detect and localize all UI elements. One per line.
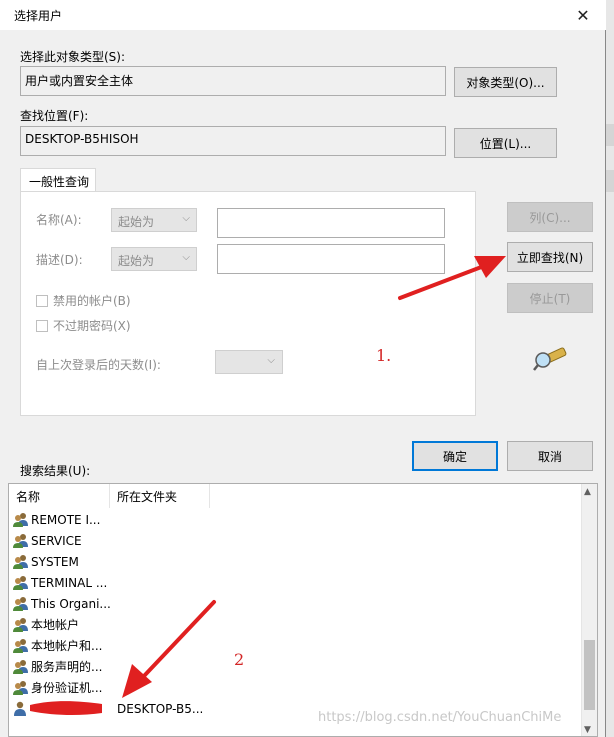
non-expiring-password-label: 不过期密码(X) (53, 319, 131, 333)
list-item[interactable]: 身份验证机... (13, 677, 113, 698)
chevron-down-icon: ⌵ (182, 252, 190, 263)
list-item[interactable]: This Organi... (13, 593, 113, 614)
user-group-icon (13, 575, 29, 590)
watermark-text: https://blog.csdn.net/YouChuanChiMe (318, 710, 562, 725)
list-item-name: TERMINAL ... (31, 575, 108, 590)
column-header-folder[interactable]: 所在文件夹 (110, 484, 210, 508)
column-header-name[interactable]: 名称 (9, 484, 110, 508)
object-types-button[interactable]: 对象类型(O)... (454, 67, 557, 97)
common-queries-panel: 名称(A): 起始为 ⌵ 描述(D): 起始为 ⌵ 禁用的帐户(B) 不过期密码… (20, 191, 476, 416)
list-item[interactable]: 服务声明的... (13, 656, 113, 677)
background-strip (606, 170, 614, 192)
user-group-icon (13, 554, 29, 569)
search-results-list[interactable]: 名称 所在文件夹 REMOTE I... SERVICE SYSTEM TERM… (8, 483, 598, 737)
results-scrollbar[interactable]: ▲ ▼ (581, 484, 597, 736)
list-item[interactable]: SYSTEM (13, 551, 113, 572)
list-item[interactable]: TERMINAL ... (13, 572, 113, 593)
list-item-name: SERVICE (31, 533, 82, 548)
close-button[interactable]: ✕ (560, 0, 606, 30)
find-now-button[interactable]: 立即查找(N) (507, 242, 593, 272)
list-item-current-user[interactable]: DESKTOP-B5... (13, 698, 203, 719)
list-item-name: 身份验证机... (31, 681, 103, 695)
description-label: 描述(D): (36, 253, 83, 267)
scrollbar-thumb[interactable] (584, 640, 595, 710)
select-user-dialog: 选择用户 ✕ 选择此对象类型(S): 用户或内置安全主体 对象类型(O)... … (0, 0, 606, 737)
user-group-icon (13, 659, 29, 674)
description-input[interactable] (217, 244, 445, 274)
list-item[interactable]: SERVICE (13, 530, 113, 551)
list-item-name: SYSTEM (31, 554, 79, 569)
list-item[interactable]: 本地帐户 (13, 614, 113, 635)
list-item[interactable]: 本地帐户和... (13, 635, 113, 656)
description-mode-value: 起始为 (118, 254, 155, 268)
checkbox-box (36, 319, 48, 332)
user-group-icon (13, 617, 29, 632)
list-item-name: 本地帐户和... (31, 639, 103, 653)
annotation-step-1: 1. (376, 346, 392, 365)
search-results-label: 搜索结果(U): (20, 464, 91, 478)
user-group-icon (13, 596, 29, 611)
object-type-field: 用户或内置安全主体 (20, 66, 446, 96)
chevron-down-icon: ⌵ (267, 355, 275, 366)
list-item-name: REMOTE I... (31, 512, 101, 527)
list-item-folder: DESKTOP-B5... (117, 701, 204, 716)
user-group-icon (13, 680, 29, 695)
dialog-title: 选择用户 (14, 9, 63, 23)
ok-button[interactable]: 确定 (412, 441, 498, 471)
list-item-name: This Organi... (31, 596, 111, 611)
name-mode-select[interactable]: 起始为 ⌵ (111, 208, 197, 232)
user-group-icon (13, 533, 29, 548)
columns-button[interactable]: 列(C)... (507, 202, 593, 232)
disabled-accounts-label: 禁用的帐户(B) (53, 294, 131, 308)
name-mode-value: 起始为 (118, 215, 155, 229)
stop-button[interactable]: 停止(T) (507, 283, 593, 313)
locations-button[interactable]: 位置(L)... (454, 128, 557, 158)
location-field: DESKTOP-B5HISOH (20, 126, 446, 156)
description-mode-select[interactable]: 起始为 ⌵ (111, 247, 197, 271)
user-group-icon (13, 512, 29, 527)
close-icon: ✕ (576, 5, 590, 25)
name-input[interactable] (217, 208, 445, 238)
scroll-up-icon[interactable]: ▲ (584, 487, 591, 497)
binoculars-icon (533, 347, 567, 371)
background-window-edge (606, 0, 614, 737)
object-type-label: 选择此对象类型(S): (20, 50, 126, 64)
cancel-button[interactable]: 取消 (507, 441, 593, 471)
chevron-down-icon: ⌵ (182, 213, 190, 224)
location-label: 查找位置(F): (20, 109, 89, 123)
days-since-logon-label: 自上次登录后的天数(I): (36, 358, 161, 372)
scroll-down-icon[interactable]: ▼ (584, 725, 591, 735)
name-label: 名称(A): (36, 213, 82, 227)
background-strip (606, 124, 614, 146)
list-item[interactable]: REMOTE I... (13, 509, 113, 530)
list-item-name: 本地帐户 (31, 618, 80, 632)
days-since-logon-select[interactable]: ⌵ (215, 350, 283, 374)
disabled-accounts-checkbox[interactable]: 禁用的帐户(B) (36, 292, 131, 309)
user-group-icon (13, 638, 29, 653)
annotation-step-2: 2 (234, 650, 245, 669)
list-item-name: 服务声明的... (31, 660, 103, 674)
tab-common-queries[interactable]: 一般性查询 (20, 168, 96, 192)
user-icon (13, 701, 29, 716)
checkbox-box (36, 294, 48, 307)
title-bar: 选择用户 ✕ (0, 0, 606, 30)
non-expiring-password-checkbox[interactable]: 不过期密码(X) (36, 317, 131, 334)
